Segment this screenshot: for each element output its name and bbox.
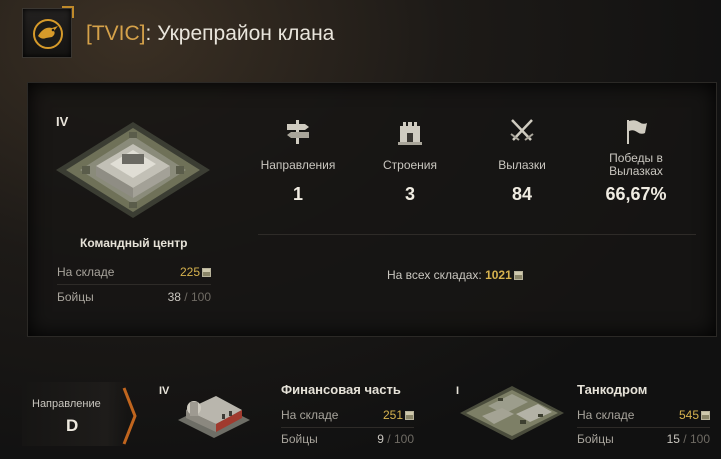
storage-value-wrap: 225 — [180, 265, 211, 279]
stat-value: 3 — [404, 184, 415, 204]
fighters-max: / 100 — [383, 432, 414, 446]
crate-icon — [513, 271, 523, 280]
eagle-emblem-icon — [33, 19, 63, 49]
clan-emblem[interactable] — [22, 6, 74, 58]
clan-tag[interactable]: [TVIC] — [86, 22, 146, 45]
direction-label: Направление — [32, 398, 101, 410]
title-separator: : — [145, 22, 152, 45]
divider — [281, 427, 414, 428]
fighters-max: / 100 — [180, 290, 211, 304]
storage-value-wrap: 251 — [383, 408, 414, 422]
total-storage-value: 1021 — [485, 268, 512, 282]
stat-value: 66,67% — [605, 184, 667, 204]
fighters-value-wrap: 38 / 100 — [168, 290, 211, 304]
storage-value: 225 — [179, 265, 200, 279]
divider — [57, 284, 211, 285]
building-fighters-row: Бойцы 9 / 100 — [281, 432, 414, 448]
emblem-corner-decoration — [62, 6, 74, 18]
flag-icon — [627, 120, 647, 144]
stat-directions: Направления 1 — [243, 112, 353, 205]
chevron-right-icon — [122, 387, 137, 445]
stat-sorties: Вылазки 84 — [467, 112, 577, 205]
crate-icon — [202, 268, 211, 277]
fighters-value-wrap: 9 / 100 — [377, 432, 414, 446]
stat-label: Вылазки — [498, 157, 546, 172]
page-title: [TVIC]: Укрепрайон клана — [86, 22, 334, 46]
command-center-name: Командный центр — [80, 236, 188, 250]
fighters-label: Бойцы — [281, 432, 318, 446]
direction-value: D — [66, 416, 79, 435]
signpost-icon — [287, 120, 309, 144]
fighters-value-wrap: 15 / 100 — [667, 432, 710, 446]
financial-building-image[interactable] — [176, 388, 252, 438]
command-center-storage-row: На складе 225 — [57, 265, 211, 281]
building-storage-row: На складе 251 — [281, 408, 414, 424]
building-storage-row: На складе 545 — [577, 408, 710, 424]
total-storage-label: На всех складах: — [387, 268, 482, 282]
storage-label: На складе — [57, 265, 115, 279]
command-center-image[interactable] — [52, 118, 214, 222]
tank-training-ground-image[interactable] — [458, 384, 566, 442]
building-tier: IV — [159, 385, 170, 397]
tower-icon — [398, 122, 422, 145]
stat-label: Победы в Вылазках — [609, 151, 663, 178]
building-name[interactable]: Танкодром — [577, 382, 647, 397]
direction-box[interactable] — [22, 382, 128, 446]
stats-divider — [258, 234, 696, 235]
stat-label: Направления — [260, 157, 336, 172]
stat-value: 1 — [292, 184, 303, 204]
fighters-max: / 100 — [679, 432, 710, 446]
fighters-label: Бойцы — [577, 432, 614, 446]
crate-icon — [405, 411, 414, 420]
stat-label: Строения — [382, 157, 437, 172]
storage-value-wrap: 545 — [679, 408, 710, 422]
stat-buildings: Строения 3 — [355, 112, 465, 205]
fighters-value: 15 — [666, 432, 680, 446]
title-text: Укрепрайон клана — [157, 22, 335, 45]
building-name[interactable]: Финансовая часть — [281, 382, 401, 397]
fighters-value: 9 — [377, 432, 384, 446]
crate-icon — [701, 411, 710, 420]
storage-value: 251 — [382, 408, 403, 422]
divider — [577, 427, 710, 428]
stat-value: 84 — [511, 184, 533, 204]
storage-label: На складе — [281, 408, 339, 422]
total-storage: На всех складах: 1021 — [387, 268, 523, 282]
fighters-label: Бойцы — [57, 290, 94, 304]
storage-value: 545 — [678, 408, 699, 422]
stat-sortie-wins: Победы в Вылазках 66,67% — [581, 112, 691, 205]
command-center-fighters-row: Бойцы 38 / 100 — [57, 290, 211, 306]
storage-label: На складе — [577, 408, 635, 422]
crossed-swords-icon — [510, 119, 534, 141]
fighters-value: 38 — [167, 290, 181, 304]
building-fighters-row: Бойцы 15 / 100 — [577, 432, 710, 448]
